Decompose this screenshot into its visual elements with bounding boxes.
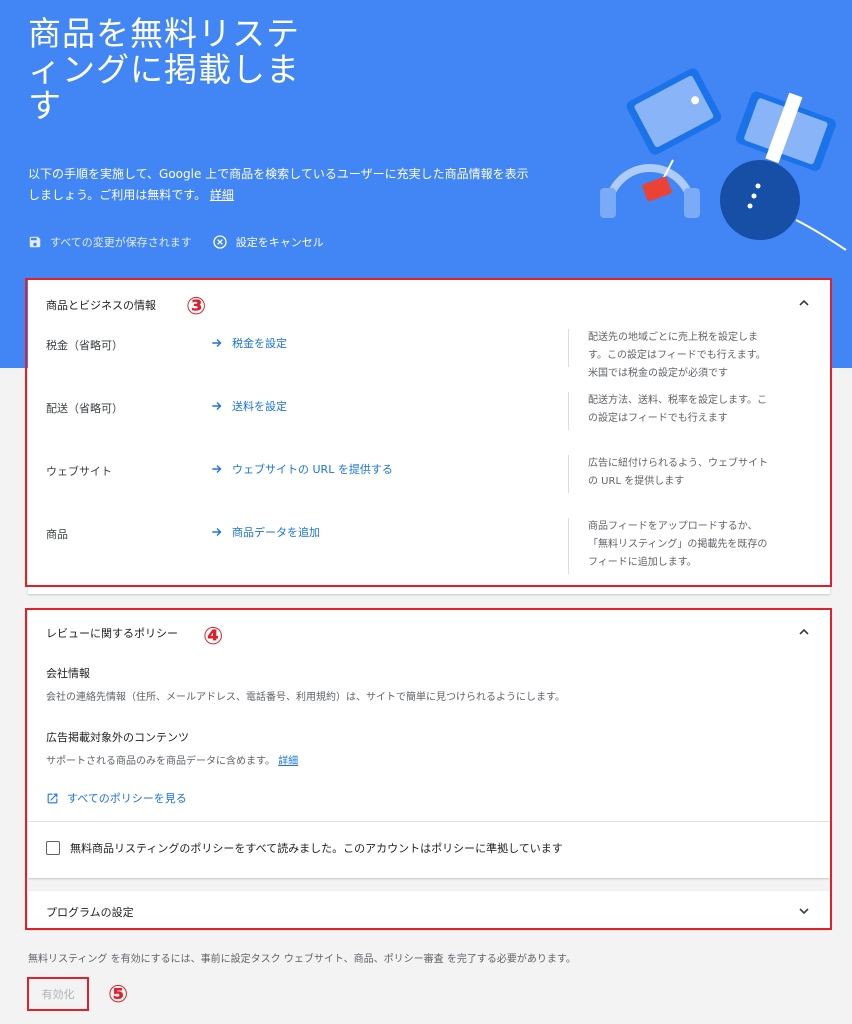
add-product-data-link[interactable]: 商品データを追加 xyxy=(210,524,320,540)
divider xyxy=(568,518,569,574)
business-info-title: 商品とビジネスの情報 xyxy=(46,299,156,312)
policy-agreement-checkbox[interactable] xyxy=(46,841,60,855)
cancel-setup-button[interactable]: 設定をキャンセル xyxy=(212,234,324,250)
set-shipping-link[interactable]: 送料を設定 xyxy=(210,398,287,414)
enable-button[interactable]: 有効化 xyxy=(27,977,89,1011)
arrow-right-icon xyxy=(212,402,222,410)
shipping-label: 配送（省略可） xyxy=(46,402,123,415)
cancel-setup-label: 設定をキャンセル xyxy=(235,236,324,249)
policy-title: レビューに関するポリシー xyxy=(46,627,178,640)
products-row: 商品 商品データを追加 商品フィードをアップロードするか、「無料リスティング」の… xyxy=(28,518,830,574)
hero-description-text: 以下の手順を実施して、Google 上で商品を検索しているユーザーに充実した商品… xyxy=(28,167,529,202)
provide-website-label: ウェブサイトの URL を提供する xyxy=(232,463,393,476)
chevron-down-icon[interactable] xyxy=(796,903,812,919)
tax-row: 税金（省略可） 税金を設定 配送先の地域ごとに売上税を設定します。この設定はフィ… xyxy=(28,329,830,379)
save-status-text: すべての変更が保存されます xyxy=(50,236,192,249)
arrow-right-icon xyxy=(212,465,222,473)
set-tax-label: 税金を設定 xyxy=(232,337,287,350)
set-shipping-label: 送料を設定 xyxy=(232,400,287,413)
website-help: 広告に紐付けられるよう、ウェブサイトの URL を提供します xyxy=(588,458,768,487)
shipping-help: 配送方法、送料、税率を設定します。この設定はフィードでも行えます xyxy=(588,395,767,424)
view-all-policies-link[interactable]: すべてのポリシーを見る xyxy=(46,790,187,806)
add-product-data-label: 商品データを追加 xyxy=(232,526,320,539)
save-icon xyxy=(29,236,41,248)
annotation-number-5: ⑤ xyxy=(108,980,129,1008)
activation-requirement-note: 無料リスティング を有効にするには、事前に設定タスク ウェブサイト、商品、ポリシ… xyxy=(28,954,576,965)
devices-illustration xyxy=(600,68,847,251)
policy-agreement-label: 無料商品リスティングのポリシーをすべて読みました。このアカウントはポリシーに準拠… xyxy=(70,842,563,855)
products-label: 商品 xyxy=(46,528,68,541)
divider xyxy=(28,821,830,822)
chevron-up-icon[interactable] xyxy=(796,295,812,311)
cancel-icon xyxy=(213,235,227,249)
details-link[interactable]: 詳細 xyxy=(210,188,234,202)
business-info-card: 商品とビジネスの情報 税金（省略可） 税金を設定 配送先の地域ごとに売上税を設定… xyxy=(28,279,830,594)
company-info-desc: 会社の連絡先情報（住所、メールアドレス、電話番号、利用規約）は、サイトで簡単に見… xyxy=(46,692,565,703)
program-settings-title: プログラムの設定 xyxy=(46,906,134,919)
restricted-content-details-link[interactable]: 詳細 xyxy=(278,756,298,767)
restricted-content-text: サポートされる商品のみを商品データに含めます。 xyxy=(46,756,275,767)
hero-description: 以下の手順を実施して、Google 上で商品を検索しているユーザーに充実した商品… xyxy=(28,164,533,206)
save-status: すべての変更が保存されます xyxy=(28,234,192,250)
divider xyxy=(568,455,569,493)
divider xyxy=(568,329,569,367)
annotation-number-3: ③ xyxy=(186,292,207,320)
arrow-right-icon xyxy=(212,528,222,536)
divider xyxy=(568,392,569,430)
view-all-policies-label: すべてのポリシーを見る xyxy=(67,792,187,805)
program-settings-card xyxy=(28,891,830,929)
website-row: ウェブサイト ウェブサイトの URL を提供する 広告に紐付けられるよう、ウェブ… xyxy=(28,455,830,505)
open-external-icon xyxy=(47,793,58,803)
arrow-right-icon xyxy=(212,339,222,347)
company-info-title: 会社情報 xyxy=(46,667,90,680)
hero-actions: すべての変更が保存されます 設定をキャンセル xyxy=(28,232,324,252)
set-tax-link[interactable]: 税金を設定 xyxy=(210,335,287,351)
page-title: 商品を無料リスティングに掲載します xyxy=(28,14,300,125)
tax-label: 税金（省略可） xyxy=(46,339,123,352)
chevron-up-icon[interactable] xyxy=(796,624,812,640)
restricted-content-desc: サポートされる商品のみを商品データに含めます。 詳細 xyxy=(46,752,298,767)
tax-help: 配送先の地域ごとに売上税を設定します。この設定はフィードでも行えます。米国では税… xyxy=(588,332,766,379)
annotation-number-4: ④ xyxy=(203,622,224,650)
website-label: ウェブサイト xyxy=(46,465,112,478)
restricted-content-title: 広告掲載対象外のコンテンツ xyxy=(46,731,189,744)
shipping-row: 配送（省略可） 送料を設定 配送方法、送料、税率を設定します。この設定はフィード… xyxy=(28,392,830,442)
products-help: 商品フィードをアップロードするか、「無料リスティング」の掲載先を既存のフィードに… xyxy=(588,521,768,568)
policy-agreement-row: 無料商品リスティングのポリシーをすべて読みました。このアカウントはポリシーに準拠… xyxy=(46,840,563,856)
provide-website-link[interactable]: ウェブサイトの URL を提供する xyxy=(210,461,393,477)
